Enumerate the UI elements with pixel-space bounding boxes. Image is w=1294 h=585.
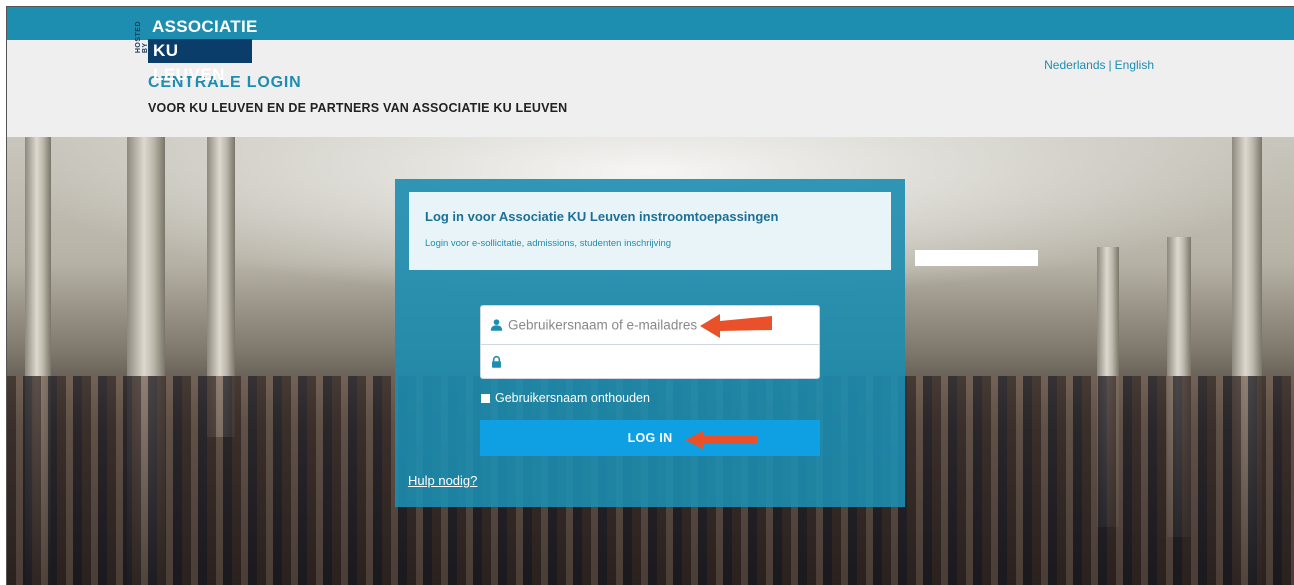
annotation-arrow-icon bbox=[700, 314, 772, 338]
user-icon bbox=[490, 319, 503, 331]
login-button[interactable]: LOG IN bbox=[480, 420, 820, 456]
page-subtitle: VOOR KU LEUVEN EN DE PARTNERS VAN ASSOCI… bbox=[148, 101, 568, 115]
redacted-bar bbox=[915, 250, 1038, 266]
lock-icon bbox=[492, 355, 501, 368]
login-title: Log in voor Associatie KU Leuven instroo… bbox=[425, 209, 779, 224]
login-panel: Log in voor Associatie KU Leuven instroo… bbox=[395, 179, 905, 507]
page-frame: CENTRALE LOGIN VOOR KU LEUVEN EN DE PART… bbox=[6, 6, 1294, 585]
remember-username-checkbox[interactable]: Gebruikersnaam onthouden bbox=[481, 391, 650, 405]
username-placeholder: Gebruikersnaam of e-mailadres bbox=[508, 317, 698, 333]
annotation-arrow-icon bbox=[685, 431, 757, 449]
language-link-nl[interactable]: Nederlands bbox=[1044, 58, 1105, 72]
language-link-en[interactable]: English bbox=[1115, 58, 1154, 72]
login-info-box: Log in voor Associatie KU Leuven instroo… bbox=[409, 192, 891, 270]
logo-line-ku-leuven: KU LEUVEN bbox=[148, 39, 252, 84]
hosted-by-label: HOSTED BY bbox=[135, 21, 149, 54]
checkbox-box[interactable] bbox=[481, 393, 490, 403]
language-switcher: Nederlands | English bbox=[1044, 58, 1154, 72]
login-description: Login voor e-sollicitatie, admissions, s… bbox=[425, 238, 672, 249]
help-link[interactable]: Hulp nodig? bbox=[408, 473, 477, 488]
remember-username-label: Gebruikersnaam onthouden bbox=[495, 391, 650, 405]
language-separator: | bbox=[1108, 58, 1112, 72]
password-input[interactable] bbox=[480, 345, 820, 379]
logo-line-associatie: ASSOCIATIE bbox=[148, 16, 258, 38]
